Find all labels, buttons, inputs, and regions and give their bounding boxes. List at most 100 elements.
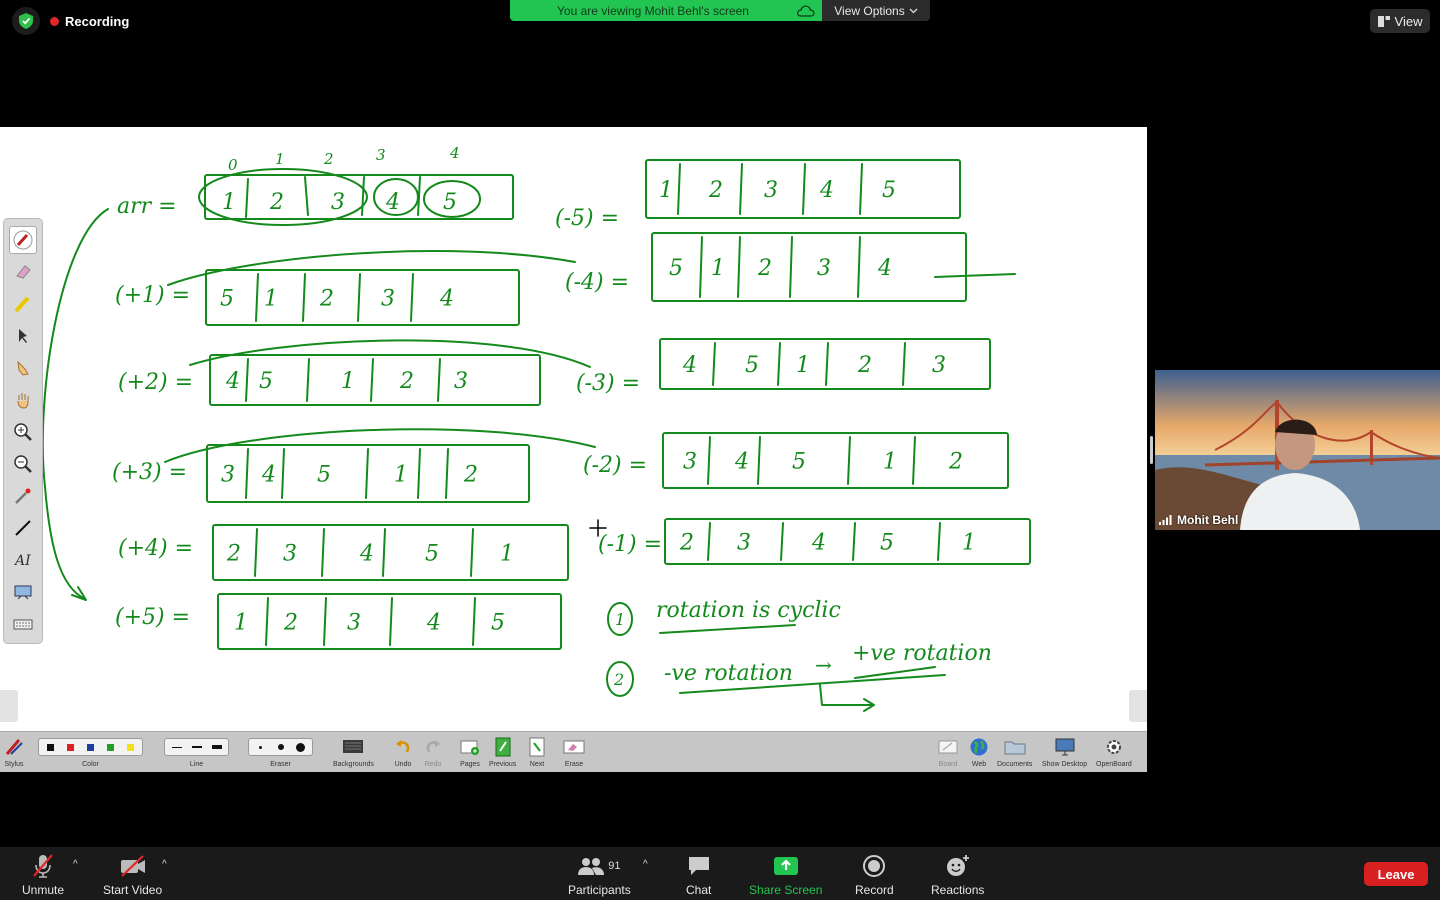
redo-button[interactable]: Redo bbox=[424, 736, 442, 768]
capture-tool-icon[interactable] bbox=[9, 578, 37, 606]
cell-value: 3 bbox=[331, 190, 345, 215]
cell-value: 3 bbox=[381, 287, 395, 312]
panel-resize-handle[interactable] bbox=[1150, 436, 1153, 464]
cell-value: 4 bbox=[359, 542, 374, 567]
openboard-menu-button[interactable]: OpenBoard bbox=[1096, 736, 1132, 768]
record-button[interactable]: Record bbox=[855, 853, 894, 897]
board-button[interactable]: Board bbox=[938, 736, 958, 768]
ink-divider bbox=[323, 597, 327, 646]
pan-hand-icon[interactable] bbox=[9, 386, 37, 414]
pages-button[interactable]: Pages bbox=[460, 736, 480, 768]
unmute-button[interactable]: Unmute bbox=[22, 853, 64, 897]
erase-button[interactable]: Erase bbox=[563, 736, 585, 768]
ink-divider bbox=[802, 163, 806, 215]
cell-value: 3 bbox=[347, 611, 361, 636]
keyboard-icon[interactable] bbox=[9, 610, 37, 638]
recording-indicator[interactable]: Recording bbox=[50, 14, 129, 29]
ink-divider bbox=[852, 522, 856, 561]
eraser-small-option[interactable] bbox=[252, 740, 269, 754]
previous-page-button[interactable]: Previous bbox=[489, 736, 516, 768]
video-camera-muted-icon bbox=[120, 855, 145, 877]
cell-value: 4 bbox=[261, 463, 276, 488]
color-swatch[interactable] bbox=[62, 740, 79, 754]
next-page-button[interactable]: Next bbox=[528, 736, 546, 768]
meeting-controls-bar: Unmute ^ Start Video ^ 91 Participants ^… bbox=[0, 847, 1440, 900]
cell-value: 4 bbox=[426, 611, 441, 636]
cell-value: 1 bbox=[796, 353, 810, 378]
line-medium-option[interactable] bbox=[188, 740, 205, 754]
audio-options-chevron-icon[interactable]: ^ bbox=[73, 859, 78, 870]
right-panel-toggle[interactable] bbox=[1129, 690, 1147, 722]
zoom-out-icon[interactable] bbox=[9, 450, 37, 478]
erase-label: Erase bbox=[564, 761, 584, 768]
documents-button[interactable]: Documents bbox=[997, 736, 1032, 768]
view-button[interactable]: View bbox=[1370, 9, 1430, 33]
eraser-medium-option[interactable] bbox=[272, 740, 289, 754]
cell-value: 4 bbox=[877, 256, 892, 281]
share-screen-button[interactable]: Share Screen bbox=[749, 853, 822, 897]
line-thick-option[interactable] bbox=[208, 740, 225, 754]
interact-hand-icon[interactable] bbox=[9, 354, 37, 382]
stylus-button[interactable]: Stylus bbox=[4, 736, 24, 768]
ink-divider bbox=[780, 522, 784, 561]
rotation-label: (+3) = bbox=[112, 460, 187, 485]
eraser-tool-icon[interactable] bbox=[9, 258, 37, 286]
eraser-size-picker: Eraser bbox=[248, 736, 313, 768]
chat-bubble-icon bbox=[688, 857, 709, 875]
undo-label: Undo bbox=[394, 761, 412, 768]
participant-video-tile[interactable]: Mohit Behl bbox=[1155, 370, 1440, 530]
undo-button[interactable]: Undo bbox=[394, 736, 412, 768]
cell-value: 3 bbox=[221, 463, 235, 488]
leave-meeting-button[interactable]: Leave bbox=[1364, 862, 1428, 886]
unmute-label: Unmute bbox=[22, 883, 65, 897]
note-2-text-a: -ve rotation bbox=[664, 661, 793, 686]
laser-pointer-icon[interactable] bbox=[9, 482, 37, 510]
participants-options-chevron-icon[interactable]: ^ bbox=[643, 859, 648, 870]
ink-divider bbox=[739, 163, 743, 215]
pen-tool-icon[interactable] bbox=[9, 226, 37, 254]
view-options-button[interactable]: View Options bbox=[822, 0, 930, 21]
cell-value: 2 bbox=[463, 463, 478, 488]
color-swatch[interactable] bbox=[82, 740, 99, 754]
chevron-down-icon bbox=[909, 8, 918, 13]
color-swatch[interactable] bbox=[42, 740, 59, 754]
reactions-button[interactable]: Reactions bbox=[931, 853, 984, 897]
color-swatch[interactable] bbox=[102, 740, 119, 754]
cell-value: 2 bbox=[857, 353, 872, 378]
ink-divider bbox=[472, 597, 476, 646]
highlighter-tool-icon[interactable] bbox=[9, 290, 37, 318]
eraser-size-options bbox=[248, 738, 313, 756]
ink-arc bbox=[189, 339, 591, 368]
view-label: View bbox=[1394, 13, 1423, 29]
ink-divider bbox=[825, 342, 829, 386]
eraser-large-option[interactable] bbox=[292, 740, 309, 754]
ink-divider bbox=[902, 342, 906, 386]
redo-icon bbox=[426, 740, 440, 753]
start-video-button[interactable]: Start Video bbox=[103, 853, 162, 897]
security-shield-icon[interactable] bbox=[12, 7, 40, 35]
left-panel-toggle[interactable] bbox=[0, 690, 18, 722]
web-button[interactable]: Web bbox=[969, 736, 989, 768]
cell-value: 4 bbox=[819, 178, 834, 203]
ink-divider bbox=[245, 358, 249, 402]
participants-button[interactable]: 91 Participants bbox=[568, 853, 631, 897]
video-options-chevron-icon[interactable]: ^ bbox=[162, 859, 167, 870]
cell-value: 2 bbox=[708, 178, 723, 203]
zoom-in-icon[interactable] bbox=[9, 418, 37, 446]
select-arrow-icon[interactable] bbox=[9, 322, 37, 350]
shared-screen-whiteboard[interactable]: 0 1 2 3 4 arr = 12345 (+1) = 5 1 2 3 4 (+2) = 4… bbox=[0, 127, 1147, 731]
line-tool-icon[interactable] bbox=[9, 514, 37, 542]
eraser-label: Eraser bbox=[270, 761, 291, 768]
chat-button[interactable]: Chat bbox=[686, 853, 711, 897]
cell-value: 3 bbox=[683, 450, 697, 475]
array-box bbox=[212, 524, 569, 581]
show-desktop-button[interactable]: Show Desktop bbox=[1042, 736, 1087, 768]
cell-value: 1 bbox=[341, 369, 355, 394]
erase-page-icon bbox=[563, 740, 585, 754]
leave-label: Leave bbox=[1377, 866, 1415, 882]
text-tool-icon[interactable]: AI bbox=[9, 546, 37, 574]
backgrounds-button[interactable]: Backgrounds bbox=[333, 736, 374, 768]
viewing-banner-message: You are viewing Mohit Behl's screen bbox=[510, 0, 822, 21]
color-swatch[interactable] bbox=[122, 740, 139, 754]
line-thin-option[interactable] bbox=[168, 740, 185, 754]
